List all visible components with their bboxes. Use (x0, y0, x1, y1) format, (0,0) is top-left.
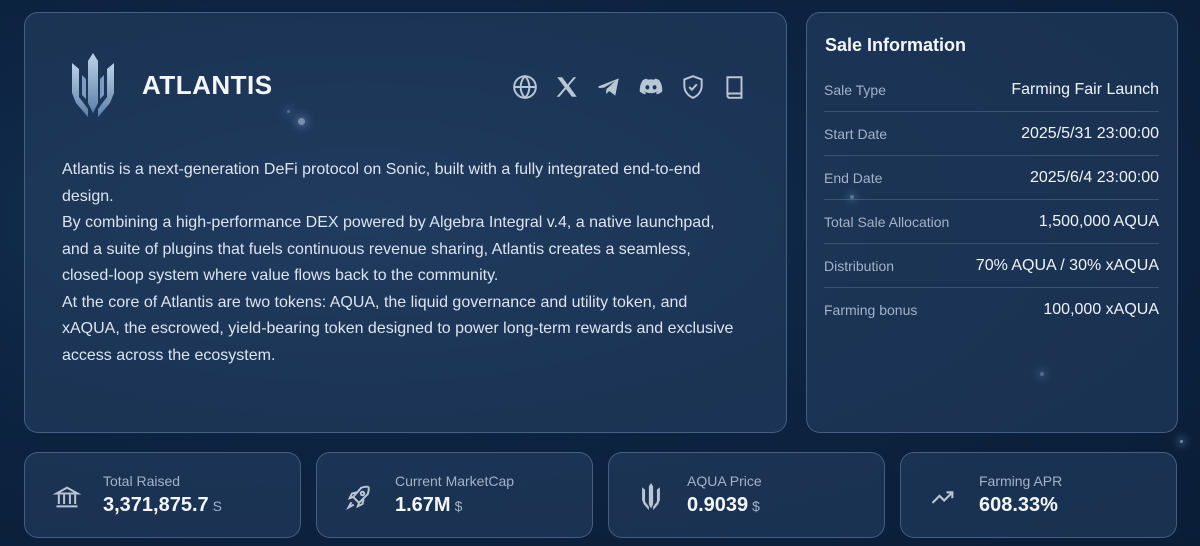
stat-label: Total Raised (103, 473, 181, 489)
start-date-value: 2025/5/31 23:00:00 (1021, 124, 1159, 142)
distribution-label: Distribution (824, 257, 895, 274)
sale-type-label: Sale Type (824, 81, 887, 98)
stat-unit: $ (454, 498, 463, 514)
sale-info-row: Total Sale Allocation 1,500,000 AQUA (824, 200, 1159, 244)
stat-value: 0.9039 $ (687, 494, 760, 517)
end-date-label: End Date (824, 169, 883, 186)
trending-up-icon (931, 491, 954, 504)
telegram-icon[interactable] (594, 72, 624, 102)
rocket-icon (345, 485, 370, 511)
total-raised-value: 3,371,875.7 (103, 494, 209, 516)
social-links (510, 72, 750, 102)
aqua-price-value: 0.9039 (687, 494, 749, 516)
sale-type-value: Farming Fair Launch (1011, 80, 1159, 98)
stat-card-marketcap: Current MarketCap 1.67M $ (316, 452, 593, 538)
farming-apr-value: 608.33% (979, 494, 1058, 516)
stat-card-farming-apr: Farming APR 608.33% (900, 452, 1177, 538)
background-glow (1180, 440, 1183, 443)
atlantis-logo-icon (72, 53, 114, 117)
bank-icon (53, 486, 81, 508)
description-paragraph: At the core of Atlantis are two tokens: … (62, 293, 734, 364)
stat-unit: S (212, 498, 222, 514)
sale-info-row: Distribution 70% AQUA / 30% xAQUA (824, 244, 1159, 288)
project-name: ATLANTIS (142, 70, 273, 100)
stat-value: 1.67M $ (395, 494, 462, 517)
farming-bonus-value: 100,000 xAQUA (1043, 300, 1159, 318)
aqua-token-icon (642, 483, 660, 511)
stat-value: 3,371,875.7 S (103, 494, 222, 517)
stat-unit: $ (752, 498, 760, 514)
start-date-label: Start Date (824, 125, 888, 142)
globe-icon[interactable] (510, 72, 540, 102)
stat-card-aqua-price: AQUA Price 0.9039 $ (608, 452, 885, 538)
stat-label: Farming APR (979, 473, 1063, 489)
stat-card-total-raised: Total Raised 3,371,875.7 S (24, 452, 301, 538)
marketcap-value: 1.67M (395, 494, 451, 516)
end-date-value: 2025/6/4 23:00:00 (1029, 168, 1159, 186)
stat-value: 608.33% (979, 494, 1062, 517)
distribution-value: 70% AQUA / 30% xAQUA (975, 256, 1159, 274)
description-paragraph: Atlantis is a next-generation DeFi proto… (62, 161, 701, 205)
stat-label: Current MarketCap (395, 473, 515, 489)
farming-bonus-label: Farming bonus (824, 301, 918, 318)
sale-info-row: Start Date 2025/5/31 23:00:00 (824, 112, 1159, 156)
project-description: Atlantis is a next-generation DeFi proto… (62, 157, 742, 369)
sale-info-row: Farming bonus 100,000 xAQUA (824, 288, 1159, 331)
stat-label: AQUA Price (687, 473, 762, 489)
sale-info-row: End Date 2025/6/4 23:00:00 (824, 156, 1159, 200)
sale-info-row: Sale Type Farming Fair Launch (824, 68, 1159, 112)
total-allocation-value: 1,500,000 AQUA (1038, 212, 1159, 230)
total-allocation-label: Total Sale Allocation (824, 213, 950, 230)
book-icon[interactable] (720, 72, 750, 102)
discord-icon[interactable] (636, 72, 666, 102)
x-icon[interactable] (552, 72, 582, 102)
shield-check-icon[interactable] (678, 72, 708, 102)
sale-info-table: Sale Type Farming Fair Launch Start Date… (824, 68, 1159, 331)
sale-info-title: Sale Information (825, 35, 967, 55)
description-paragraph: By combining a high-performance DEX powe… (62, 214, 715, 284)
